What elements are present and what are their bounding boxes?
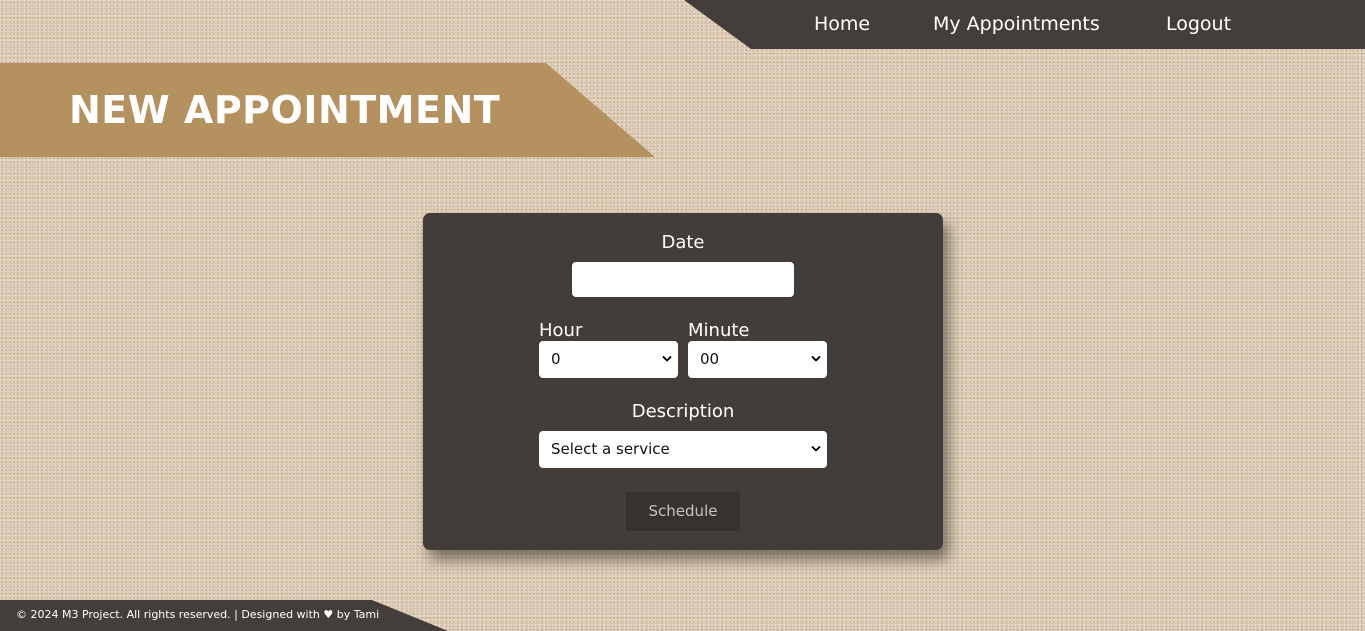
hour-label: Hour [539, 320, 583, 341]
chevron-down-icon [811, 446, 821, 452]
nav-my-appointments-link[interactable]: My Appointments [933, 12, 1100, 36]
chevron-down-icon [662, 356, 672, 362]
top-navigation: Home My Appointments Logout [684, 0, 1365, 49]
title-banner: NEW APPOINTMENT [0, 63, 655, 157]
appointment-form: Date Hour Minute 0 00 Description Select… [423, 213, 943, 550]
hour-select[interactable]: 0 [539, 341, 678, 378]
minute-select-value: 00 [700, 350, 720, 368]
nav-home-link[interactable]: Home [814, 12, 870, 36]
footer-copyright: © 2024 M3 Project. All rights reserved. … [16, 608, 380, 621]
chevron-down-icon [811, 356, 821, 362]
schedule-button[interactable]: Schedule [626, 492, 740, 531]
page-title: NEW APPOINTMENT [69, 88, 501, 132]
description-label: Description [631, 401, 735, 422]
date-input[interactable] [572, 262, 794, 297]
date-label: Date [661, 232, 705, 253]
minute-label: Minute [688, 320, 750, 341]
hour-select-value: 0 [551, 350, 561, 368]
nav-logout-link[interactable]: Logout [1166, 12, 1231, 36]
description-select[interactable]: Select a service [539, 431, 827, 468]
minute-select[interactable]: 00 [688, 341, 827, 378]
footer: © 2024 M3 Project. All rights reserved. … [0, 600, 448, 631]
description-select-value: Select a service [551, 440, 670, 458]
